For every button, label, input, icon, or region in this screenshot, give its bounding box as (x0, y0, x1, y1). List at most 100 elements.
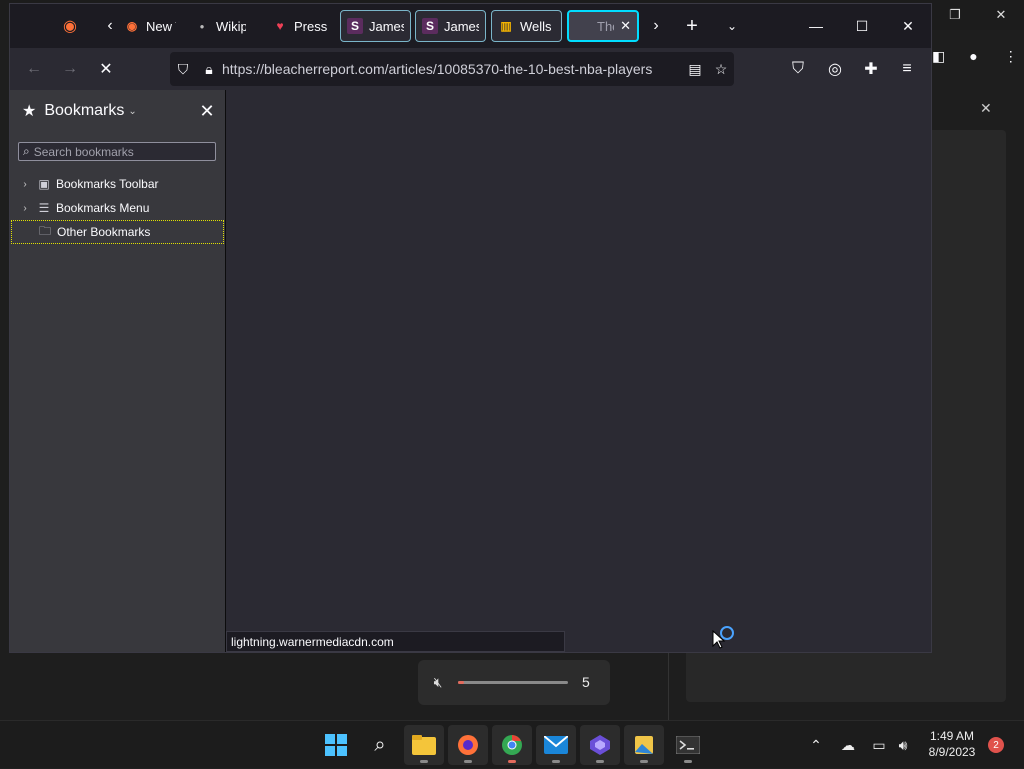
folder-icon: 🗀︎ (38, 223, 51, 238)
tab-label: New T (146, 18, 176, 34)
taskbar: ⌕ ⌃ ☁ ▭ 🔊︎ 1:49 AM 8/9/2023 2 (0, 720, 1024, 768)
tree-item-bookmarks-menu[interactable]: › ☰ Bookmarks Menu (10, 196, 225, 220)
list-tabs-icon[interactable]: ⌄ (716, 10, 748, 42)
close-icon[interactable]: ✕ (980, 100, 992, 117)
stop-icon[interactable]: ✕ (90, 53, 122, 85)
volume-value: 5 (582, 674, 590, 690)
tab-label: Wikip (216, 18, 246, 34)
file-explorer-icon[interactable] (404, 725, 444, 765)
page-content[interactable] (226, 90, 931, 652)
tracking-protection-icon[interactable]: ⛉ (170, 56, 196, 82)
pocket-icon[interactable]: ⛉ (782, 53, 814, 85)
more-icon[interactable]: ⋮ (1004, 48, 1018, 65)
pocket-icon: ♥ (276, 19, 284, 33)
mouse-cursor-icon (712, 630, 726, 649)
onedrive-offline-icon[interactable]: ☁ (836, 721, 860, 769)
clock[interactable]: 1:49 AM 8/9/2023 (920, 728, 984, 760)
close-sidebar-icon[interactable]: ✕ (195, 99, 219, 123)
sidebar-header[interactable]: ★ Bookmarks ⌄ ✕ (10, 90, 225, 132)
terminal-icon[interactable] (668, 725, 708, 765)
chart-logo-icon: ▥ (500, 19, 512, 33)
mail-icon[interactable] (536, 725, 576, 765)
sidebar-toggle-icon[interactable]: ◧ (932, 48, 945, 65)
tab-james-1[interactable]: S James (340, 10, 411, 42)
search-placeholder: Search bookmarks (33, 144, 134, 159)
chevron-up-icon[interactable]: ⌃ (806, 721, 826, 769)
background-panel-header: ✕ (930, 90, 1010, 130)
status-panel: lightning.warnermediacdn.com (226, 631, 565, 652)
firefox-icon: ◉ (126, 19, 138, 33)
tree-item-other-bookmarks[interactable]: 🗀︎ Other Bookmarks (11, 220, 224, 244)
tab-label: James (444, 18, 479, 34)
divider (668, 652, 669, 720)
app-icon[interactable] (580, 725, 620, 765)
clock-time: 1:49 AM (929, 729, 975, 743)
tree-item-label: Other Bookmarks (57, 225, 151, 239)
menu-icon[interactable]: ≡ (891, 53, 923, 85)
status-text: lightning.warnermediacdn.com (231, 634, 394, 649)
firefox-window: ◉ ‹ ◉ New T ● Wikip ♥ Pressu S James S J… (10, 4, 931, 652)
chevron-right-icon[interactable]: › (18, 179, 32, 190)
volume-slider[interactable] (458, 681, 568, 684)
tab-label: Pressu (294, 18, 328, 34)
extensions-icon[interactable]: ✚ (855, 53, 887, 85)
close-icon[interactable]: ✕ (978, 0, 1024, 30)
account-icon[interactable]: ◎ (819, 53, 851, 85)
search-icon: ⌕ (23, 144, 30, 158)
s-logo-icon: S (422, 18, 438, 34)
tree-item-label: Bookmarks Menu (56, 201, 150, 215)
tab-strip: ◉ ‹ ◉ New T ● Wikip ♥ Pressu S James S J… (10, 4, 931, 48)
maximize-icon[interactable]: ☐ (839, 4, 885, 48)
minimize-icon[interactable]: — (793, 4, 839, 48)
loading-icon (575, 18, 591, 34)
chevron-right-icon[interactable]: › (18, 203, 32, 214)
tab-wikipedia[interactable]: ● Wikip (188, 10, 252, 42)
search-bookmarks-input[interactable]: ⌕ Search bookmarks (18, 142, 216, 161)
chrome-icon[interactable] (492, 725, 532, 765)
lock-icon[interactable]: 🔒︎ (196, 56, 222, 82)
tab-label: Wells (520, 18, 552, 34)
volume-fill (458, 681, 464, 684)
restore-icon[interactable]: ❐ (932, 0, 978, 30)
tab-new-tab[interactable]: ◉ New T (118, 10, 182, 42)
tab-label: James (369, 18, 404, 34)
back-icon[interactable]: ← (18, 53, 50, 85)
tree-item-bookmarks-toolbar[interactable]: › ▣ Bookmarks Toolbar (10, 172, 225, 196)
tree-item-label: Bookmarks Toolbar (56, 177, 159, 191)
url-bar[interactable]: ⛉ 🔒︎ https://bleacherreport.com/articles… (170, 52, 734, 86)
firefox-view-icon[interactable]: ◉ (54, 10, 86, 42)
menu-folder-icon: ☰ (38, 201, 50, 215)
firefox-icon[interactable] (448, 725, 488, 765)
tab-label: The (597, 18, 614, 34)
network-icon[interactable]: ▭ (868, 721, 890, 769)
s-logo-icon: S (347, 18, 363, 34)
sidebar-title[interactable]: Bookmarks (44, 102, 124, 120)
profile-icon[interactable]: ● (969, 48, 977, 64)
star-icon: ★ (22, 103, 37, 120)
clock-date: 8/9/2023 (928, 745, 976, 759)
tab-pressure[interactable]: ♥ Pressu (266, 10, 334, 42)
forward-icon[interactable]: → (54, 53, 86, 85)
close-tab-icon[interactable]: ✕ (620, 18, 631, 34)
bookmarks-tree: › ▣ Bookmarks Toolbar › ☰ Bookmarks Menu… (10, 172, 225, 244)
bookmarks-sidebar: ★ Bookmarks ⌄ ✕ ⌕ Search bookmarks › ▣ B… (10, 90, 226, 652)
close-icon[interactable]: ✕ (885, 4, 931, 48)
mute-icon[interactable]: 🔇︎ (428, 674, 448, 691)
toolbar-folder-icon: ▣ (38, 177, 50, 191)
background-toolbar: ◧ ● ⋮ (930, 40, 1024, 72)
tab-james-2[interactable]: S James (415, 10, 486, 42)
notification-badge[interactable]: 2 (988, 737, 1004, 753)
tab-current[interactable]: The ✕ (567, 10, 639, 42)
search-icon[interactable]: ⌕ (360, 725, 400, 765)
url-text[interactable]: https://bleacherreport.com/articles/1008… (222, 61, 682, 77)
scroll-right-icon[interactable]: › (640, 10, 672, 42)
photos-icon[interactable] (624, 725, 664, 765)
chevron-down-icon[interactable]: ⌄ (128, 106, 136, 117)
bookmark-star-icon[interactable]: ☆ (708, 56, 734, 82)
reader-view-icon[interactable]: ▤ (682, 56, 708, 82)
start-icon[interactable] (316, 725, 356, 765)
tab-wells[interactable]: ▥ Wells (491, 10, 562, 42)
navigation-toolbar: ← → ✕ ⛉ 🔒︎ https://bleacherreport.com/ar… (10, 48, 931, 91)
new-tab-icon[interactable]: + (676, 10, 708, 42)
speaker-icon[interactable]: 🔊︎ (892, 721, 914, 769)
